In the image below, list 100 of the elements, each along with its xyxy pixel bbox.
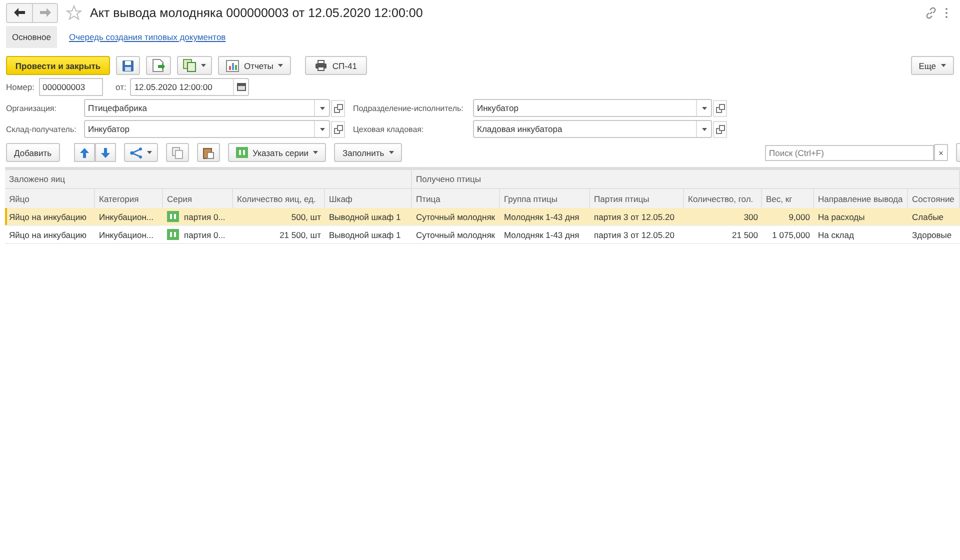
table-cell: партия 0... [184, 212, 226, 222]
caret-icon [389, 151, 394, 154]
table-cell: Суточный молодняк [412, 226, 500, 244]
window-title: Акт вывода молодняка 000000003 от 12.05.2020 12:00:00 [90, 6, 423, 20]
table-cell: 300 [684, 208, 762, 226]
column-header[interactable]: Количество яиц, ед. [233, 188, 325, 208]
table-cell: Инкубацион... [95, 208, 163, 226]
share-button[interactable] [124, 143, 158, 162]
select-field[interactable]: Кладовая инкубатора [473, 120, 712, 138]
column-header[interactable]: Партия птицы [590, 188, 684, 208]
calendar-icon[interactable] [236, 83, 246, 91]
series-icon [167, 211, 179, 222]
field-label: Цеховая кладовая: [353, 124, 425, 134]
number-field[interactable]: 000000003 [38, 78, 103, 96]
field-label: Склад-получатель: [6, 124, 78, 134]
select-field[interactable]: Инкубатор [473, 99, 712, 117]
search-field[interactable]: Поиск (Ctrl+F) [765, 144, 934, 160]
arrow-down-icon [100, 148, 110, 158]
save-button[interactable] [116, 56, 140, 75]
table-cell: 21 500 [684, 226, 762, 244]
select-field[interactable]: Инкубатор [84, 120, 330, 138]
specify-series-button[interactable]: Указать серии [228, 143, 326, 162]
copy-button[interactable] [166, 143, 189, 162]
table-cell: Слабые [908, 208, 960, 226]
arrow-right-icon [40, 8, 50, 17]
date-field[interactable]: 12.05.2020 12:00:00 [130, 78, 250, 96]
column-header[interactable]: Яйцо [5, 188, 95, 208]
dropdown-icon[interactable] [320, 128, 324, 130]
table-cell: Яйцо на инкубацию [5, 208, 95, 226]
open-button[interactable] [331, 100, 345, 116]
number-label: Номер: [6, 82, 35, 92]
tab[interactable]: Основное [6, 26, 57, 48]
table-cell: партия 3 от 12.05.20 [590, 226, 684, 244]
open-button[interactable] [713, 120, 727, 138]
more-button[interactable]: Еще [910, 56, 954, 75]
clear-button[interactable]: × [934, 144, 948, 161]
fill-button[interactable]: Заполнить [334, 143, 402, 162]
column-header[interactable]: Вес, кг [762, 188, 814, 208]
column-header[interactable]: Направление вывода [814, 188, 908, 208]
column-header[interactable]: Состояние [908, 188, 960, 208]
column-header[interactable]: Категория [95, 188, 163, 208]
dropdown-icon[interactable] [320, 106, 324, 110]
open-button[interactable] [331, 120, 345, 138]
copy-icon [172, 146, 183, 158]
column-header[interactable]: Группа птицы [500, 188, 590, 208]
arrow-left-icon [14, 8, 25, 17]
caret-icon [146, 151, 152, 154]
open-icon [334, 124, 342, 134]
post-and-close-button[interactable]: Провести и закрыть [6, 56, 110, 75]
select-field[interactable]: Птицефабрика [84, 99, 330, 117]
print-button[interactable]: СП-41 [305, 56, 367, 75]
dropdown-icon[interactable] [702, 106, 706, 110]
documents-icon [183, 59, 196, 72]
table-cell: Молодняк 1-43 дня [500, 208, 590, 226]
document-arrow-icon [152, 59, 165, 72]
open-icon [716, 104, 724, 112]
structure-button[interactable] [177, 56, 212, 75]
branch-icon [130, 146, 142, 158]
add-button[interactable]: Добавить [6, 143, 60, 162]
table-cell: 21 500, шт [233, 226, 325, 244]
series-icon [236, 147, 248, 158]
table-cell: Суточный молодняк [412, 208, 500, 226]
table-cell: Яйцо на инкубацию [5, 226, 95, 244]
column-header[interactable]: Количество, гол. [684, 188, 762, 208]
caret-icon [201, 64, 206, 67]
arrow-up-icon [80, 148, 89, 158]
printer-icon [315, 60, 328, 71]
more-icon[interactable] [945, 6, 948, 18]
table-cell: 500, шт [233, 208, 325, 226]
open-icon [334, 104, 342, 112]
star-icon[interactable] [66, 4, 82, 20]
date-label: от: [116, 82, 126, 92]
table-cell: Молодняк 1-43 дня [500, 226, 590, 244]
chart-icon [226, 60, 239, 72]
group-header: Получено птицы [416, 174, 482, 184]
table-cell: Выводной шкаф 1 [325, 226, 412, 244]
move-down-button[interactable] [94, 143, 116, 162]
paste-button[interactable] [196, 143, 220, 162]
reports-button[interactable]: Отчеты [218, 56, 292, 75]
dropdown-icon[interactable] [702, 128, 706, 130]
column-header[interactable]: Птица [412, 188, 500, 208]
table-cell: На расходы [814, 208, 908, 226]
link-icon[interactable] [925, 6, 937, 18]
open-icon [716, 124, 724, 134]
table-cell: 1 075,000 [762, 226, 814, 244]
field-label: Подразделение-исполнитель: [353, 104, 464, 112]
column-header[interactable]: Шкаф [325, 188, 412, 208]
open-button[interactable] [713, 100, 727, 116]
series-icon [167, 229, 179, 240]
table-cell: Здоровые [908, 226, 960, 244]
table-cell: Инкубацион... [95, 226, 163, 244]
tab[interactable]: Очередь создания типовых документов [62, 26, 232, 48]
column-header[interactable]: Серия [163, 188, 233, 208]
caret-icon [941, 64, 946, 67]
post-button[interactable] [146, 56, 171, 75]
table-cell: Выводной шкаф 1 [325, 208, 412, 226]
table-cell: партия 3 от 12.05.20 [590, 208, 684, 226]
back-button[interactable] [7, 4, 32, 22]
floppy-icon [122, 60, 134, 72]
move-up-button[interactable] [74, 143, 95, 162]
